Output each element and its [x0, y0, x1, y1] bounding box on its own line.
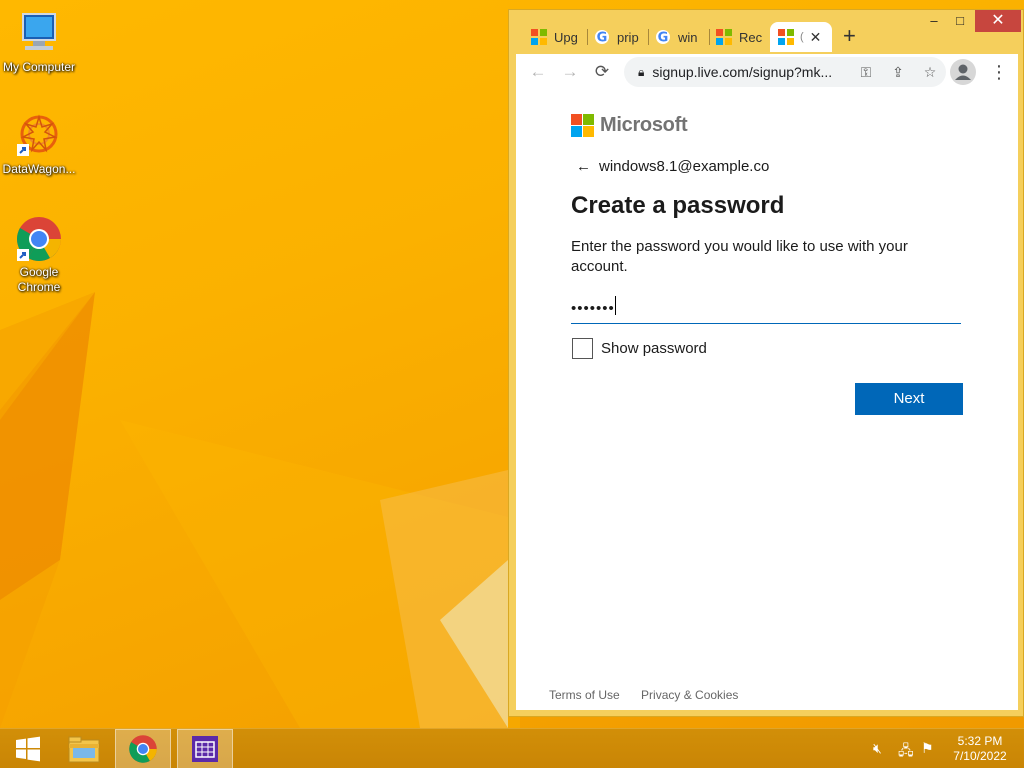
desktop-icon-label: DataWagon...	[2, 162, 76, 176]
tab-active[interactable]: ( ✕	[770, 22, 832, 52]
tab-win[interactable]: G win	[649, 22, 710, 52]
page-content: Microsoft ← windows8.1@example.co Create…	[516, 90, 1018, 710]
chrome-icon	[15, 215, 63, 263]
microsoft-logo: Microsoft	[571, 114, 688, 137]
tab-strip: Upg G prip G win Rec (✕ + – □ ✕	[509, 10, 1023, 55]
volume-muted-icon[interactable]: 🔇︎	[873, 740, 882, 757]
identity-email: windows8.1@example.co	[599, 158, 770, 175]
show-password-row[interactable]: Show password	[572, 338, 707, 359]
windows-logo-icon	[16, 736, 40, 762]
address-bar[interactable]: 🔒︎ signup.live.com/signup?mk... ⚿ ⇪ ☆	[624, 57, 946, 87]
chrome-icon	[129, 735, 157, 763]
desktop-icon-my-computer[interactable]: My Computer	[0, 10, 81, 75]
svg-text:G: G	[658, 31, 669, 46]
microsoft-favicon	[778, 29, 794, 45]
browser-window: Upg G prip G win Rec (✕ + – □ ✕ ← → ⟳ 🔒…	[508, 9, 1024, 717]
desktop-icon-label: Google Chrome	[17, 265, 61, 294]
lock-icon: 🔒︎	[638, 64, 645, 79]
desktop-icon-datawagon[interactable]: DataWagon...	[0, 112, 81, 177]
page-footer: Terms of Use Privacy & Cookies	[549, 688, 756, 702]
clock-date: 7/10/2022	[953, 749, 1007, 763]
computer-icon	[15, 10, 63, 58]
taskbar: 🔇︎ 🖧 ⚑ 5:32 PM 7/10/2022	[0, 728, 1024, 768]
page-title: Create a password	[571, 192, 785, 219]
identity-banner[interactable]: ← windows8.1@example.co	[576, 158, 769, 175]
start-button[interactable]	[0, 729, 56, 768]
tab-label: win	[678, 29, 698, 45]
microsoft-grid-icon	[571, 114, 594, 137]
reload-icon[interactable]: ⟳	[586, 62, 618, 82]
tab-prip[interactable]: G prip	[588, 22, 649, 52]
clock-time: 5:32 PM	[957, 734, 1003, 748]
close-tab-icon[interactable]: ✕	[810, 29, 822, 46]
bookmark-star-icon[interactable]: ☆	[914, 64, 946, 81]
system-clock[interactable]: 5:32 PM 7/10/2022	[945, 734, 1015, 764]
tab-label: Rec	[739, 29, 763, 45]
close-window-button[interactable]: ✕	[975, 10, 1021, 32]
next-button[interactable]: Next	[855, 383, 963, 415]
tab-label: Upg	[554, 29, 578, 45]
browser-toolbar: ← → ⟳ 🔒︎ signup.live.com/signup?mk... ⚿ …	[516, 54, 1018, 90]
terms-link[interactable]: Terms of Use	[549, 688, 620, 702]
new-tab-button[interactable]: +	[843, 24, 856, 48]
microsoft-favicon	[716, 29, 732, 45]
datawagon-icon	[15, 112, 63, 160]
profile-avatar-icon[interactable]	[950, 59, 976, 85]
kebab-menu-icon[interactable]: ⋮	[990, 60, 1008, 84]
page-description: Enter the password you would like to use…	[571, 238, 908, 275]
taskbar-file-explorer[interactable]	[56, 729, 112, 768]
show-password-checkbox[interactable]	[572, 338, 593, 359]
folder-icon	[68, 736, 100, 763]
maximize-button[interactable]: □	[945, 10, 975, 32]
tab-upg[interactable]: Upg	[516, 22, 588, 52]
tab-rec[interactable]: Rec	[710, 22, 770, 52]
forward-arrow-icon[interactable]: →	[554, 62, 586, 82]
brand-name: Microsoft	[600, 114, 688, 136]
back-arrow-icon[interactable]: ←	[522, 62, 554, 82]
key-icon[interactable]: ⚿	[850, 64, 882, 81]
taskbar-app[interactable]	[177, 729, 233, 768]
svg-text:G: G	[597, 31, 608, 46]
desktop-icon-google-chrome[interactable]: Google Chrome	[0, 215, 81, 295]
password-field[interactable]	[571, 294, 961, 324]
text-caret	[615, 296, 616, 315]
microsoft-favicon	[531, 29, 547, 45]
action-center-flag-icon[interactable]: ⚑	[921, 740, 934, 757]
google-favicon: G	[656, 30, 670, 46]
tab-label: prip	[617, 29, 639, 45]
network-icon[interactable]: 🖧	[898, 740, 914, 764]
back-arrow-icon[interactable]: ←	[576, 158, 591, 175]
show-password-label: Show password	[601, 340, 707, 357]
google-favicon: G	[595, 30, 609, 46]
url-text: signup.live.com/signup?mk...	[652, 64, 833, 80]
taskbar-chrome[interactable]	[115, 729, 171, 768]
calendar-app-icon	[192, 736, 218, 762]
tab-label: (	[800, 31, 804, 43]
share-icon[interactable]: ⇪	[882, 64, 914, 81]
privacy-link[interactable]: Privacy & Cookies	[641, 688, 738, 702]
desktop-icon-label: My Computer	[2, 60, 76, 74]
